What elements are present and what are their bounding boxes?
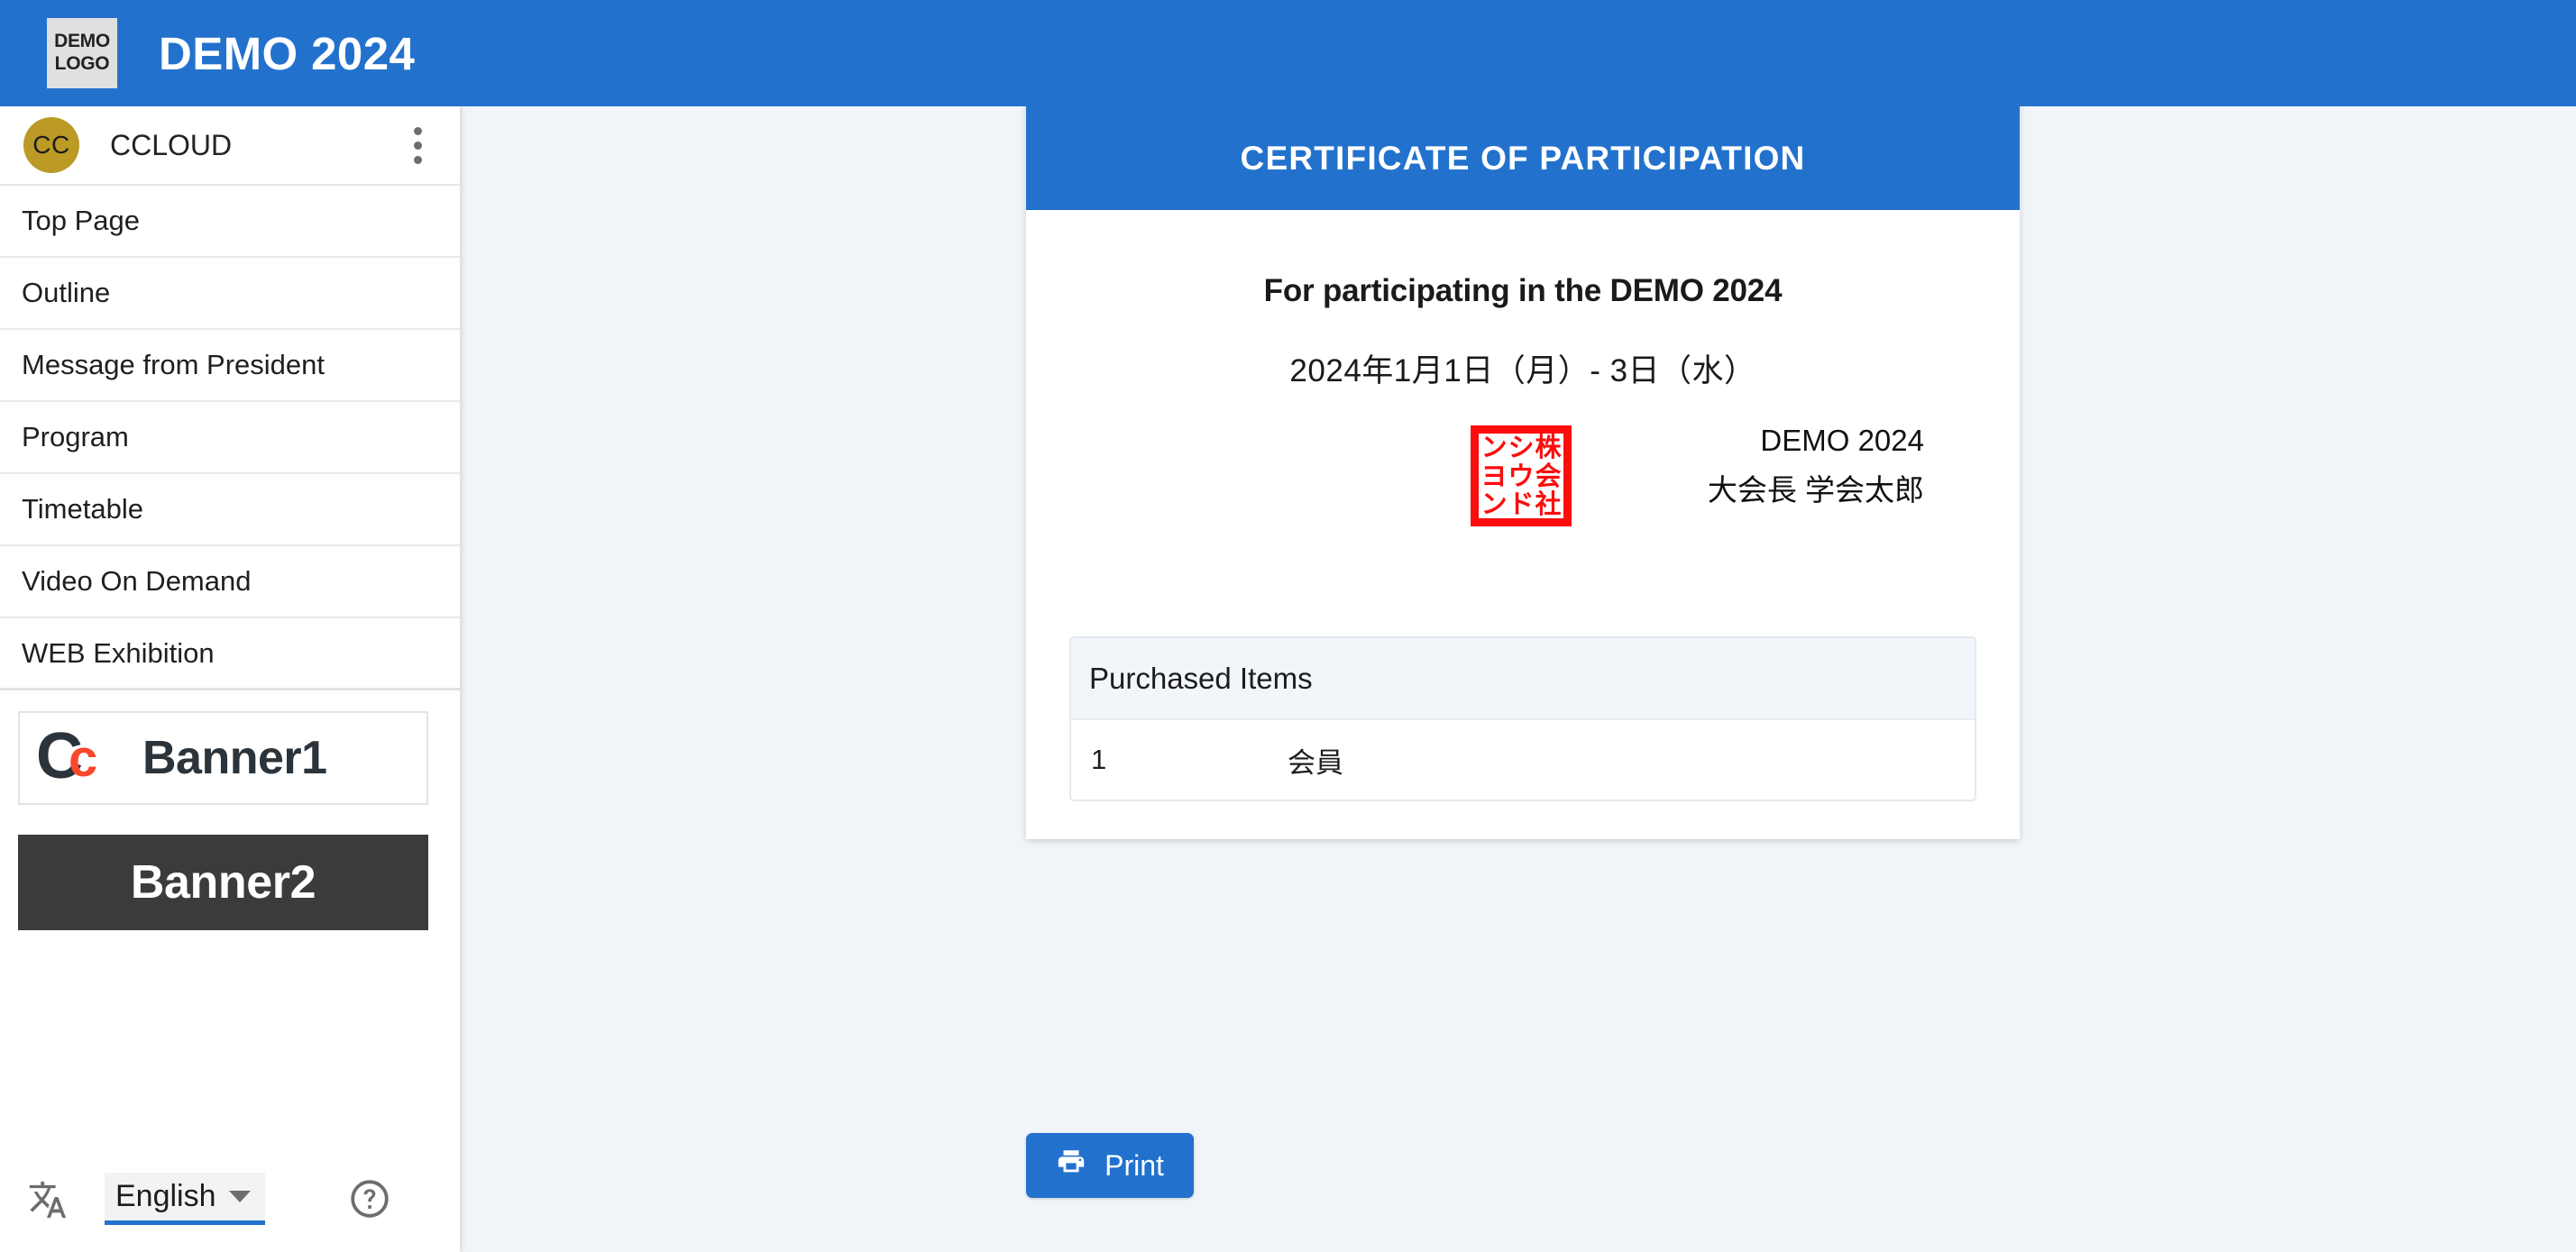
- sidebar-banners: C c Banner1 Banner2: [0, 690, 460, 930]
- help-circle-icon[interactable]: [348, 1177, 391, 1220]
- stamp-char: シ: [1508, 432, 1535, 462]
- banner2[interactable]: Banner2: [18, 835, 428, 930]
- app-logo[interactable]: DEMO LOGO: [47, 18, 117, 88]
- stamp-column-3: ン ヨ ン: [1481, 434, 1508, 517]
- kebab-menu-icon[interactable]: [404, 126, 431, 164]
- print-button[interactable]: Print: [1026, 1133, 1194, 1198]
- certificate-date-line: 2024年1月1日（月）- 3日（水）: [1289, 353, 1756, 388]
- sidebar-item-label: Video On Demand: [22, 565, 252, 597]
- account-name: CCLOUD: [110, 128, 233, 161]
- print-button-label: Print: [1105, 1148, 1164, 1182]
- stamp-char: ン: [1481, 489, 1508, 519]
- stamp-char: ウ: [1508, 460, 1535, 491]
- avatar: CC: [23, 117, 79, 173]
- sidebar-item-label: WEB Exhibition: [22, 636, 215, 669]
- sidebar-item-top-page[interactable]: Top Page: [0, 186, 460, 258]
- sidebar-item-video-on-demand[interactable]: Video On Demand: [0, 546, 460, 618]
- stamp-char: 社: [1535, 489, 1562, 519]
- table-row: 1 会員: [1071, 720, 1975, 800]
- signature-event-name: DEMO 2024: [1760, 424, 1924, 457]
- stamp-column-1: 株 会 社: [1535, 434, 1562, 517]
- sidebar-item-label: Top Page: [22, 205, 140, 236]
- chevron-down-icon: [228, 1191, 251, 1202]
- purchased-items-table: Purchased Items 1 会員: [1069, 636, 1976, 801]
- certificate-body: For participating in the DEMO 2024 2024年…: [1026, 210, 2020, 839]
- banner2-label: Banner2: [130, 856, 316, 909]
- printer-icon: [1056, 1147, 1086, 1184]
- main-content: CERTIFICATE OF PARTICIPATION For partici…: [460, 106, 2576, 1252]
- language-select-value: English: [115, 1179, 216, 1213]
- app-logo-line1: DEMO: [54, 31, 110, 52]
- item-name: 会員: [1288, 746, 1343, 779]
- translate-icon: [20, 1178, 74, 1220]
- banner1-label: Banner1: [142, 732, 327, 784]
- sidebar-item-message-from-president[interactable]: Message from President: [0, 330, 460, 402]
- language-select[interactable]: English: [105, 1173, 265, 1225]
- stamp-char: 株: [1535, 432, 1562, 462]
- certificate-card: CERTIFICATE OF PARTICIPATION For partici…: [1026, 106, 2020, 839]
- app-title: DEMO 2024: [159, 27, 416, 79]
- stamp-char: ド: [1508, 489, 1535, 519]
- certificate-participation-line: For participating in the DEMO 2024: [1263, 273, 1783, 308]
- certificate-title: CERTIFICATE OF PARTICIPATION: [1026, 106, 2020, 210]
- stamp-char: ヨ: [1481, 460, 1508, 491]
- sidebar-item-outline[interactable]: Outline: [0, 258, 460, 330]
- sidebar-footer: English: [0, 1146, 460, 1252]
- sidebar-item-label: Program: [22, 421, 129, 452]
- banner1[interactable]: C c Banner1: [18, 711, 428, 805]
- page-body: CC CCLOUD Top Page Outline Message from …: [0, 106, 2576, 1252]
- app-logo-line2: LOGO: [54, 53, 110, 74]
- cc-logo-icon: C c: [36, 724, 130, 790]
- sidebar-item-web-exhibition[interactable]: WEB Exhibition: [0, 618, 460, 690]
- sidebar-item-timetable[interactable]: Timetable: [0, 474, 460, 546]
- sidebar-nav: Top Page Outline Message from President …: [0, 186, 460, 690]
- cc-logo-orange-letter: c: [69, 729, 98, 788]
- item-number: 1: [1091, 744, 1107, 775]
- stamp-column-2: シ ウ ド: [1508, 434, 1535, 517]
- sidebar-item-label: Outline: [22, 277, 111, 308]
- sidebar-item-label: Timetable: [22, 493, 143, 525]
- app-header: DEMO LOGO DEMO 2024: [0, 0, 2576, 106]
- sidebar-item-program[interactable]: Program: [0, 402, 460, 474]
- stamp-char: 会: [1535, 460, 1562, 491]
- sidebar: CC CCLOUD Top Page Outline Message from …: [0, 106, 460, 1252]
- sidebar-account-row[interactable]: CC CCLOUD: [0, 106, 460, 186]
- certificate-signature-zone: DEMO 2024 大会長 学会太郎 株 会 社 シ ウ ド ン ヨ ン: [1069, 416, 1976, 597]
- sidebar-item-label: Message from President: [22, 349, 325, 380]
- certificate-signature: DEMO 2024 大会長 学会太郎: [1708, 416, 1924, 516]
- official-seal-stamp-icon: 株 会 社 シ ウ ド ン ヨ ン: [1471, 425, 1572, 526]
- stamp-char: ン: [1481, 432, 1508, 462]
- purchased-items-header: Purchased Items: [1071, 638, 1975, 720]
- signature-president-name: 大会長 学会太郎: [1707, 472, 1924, 507]
